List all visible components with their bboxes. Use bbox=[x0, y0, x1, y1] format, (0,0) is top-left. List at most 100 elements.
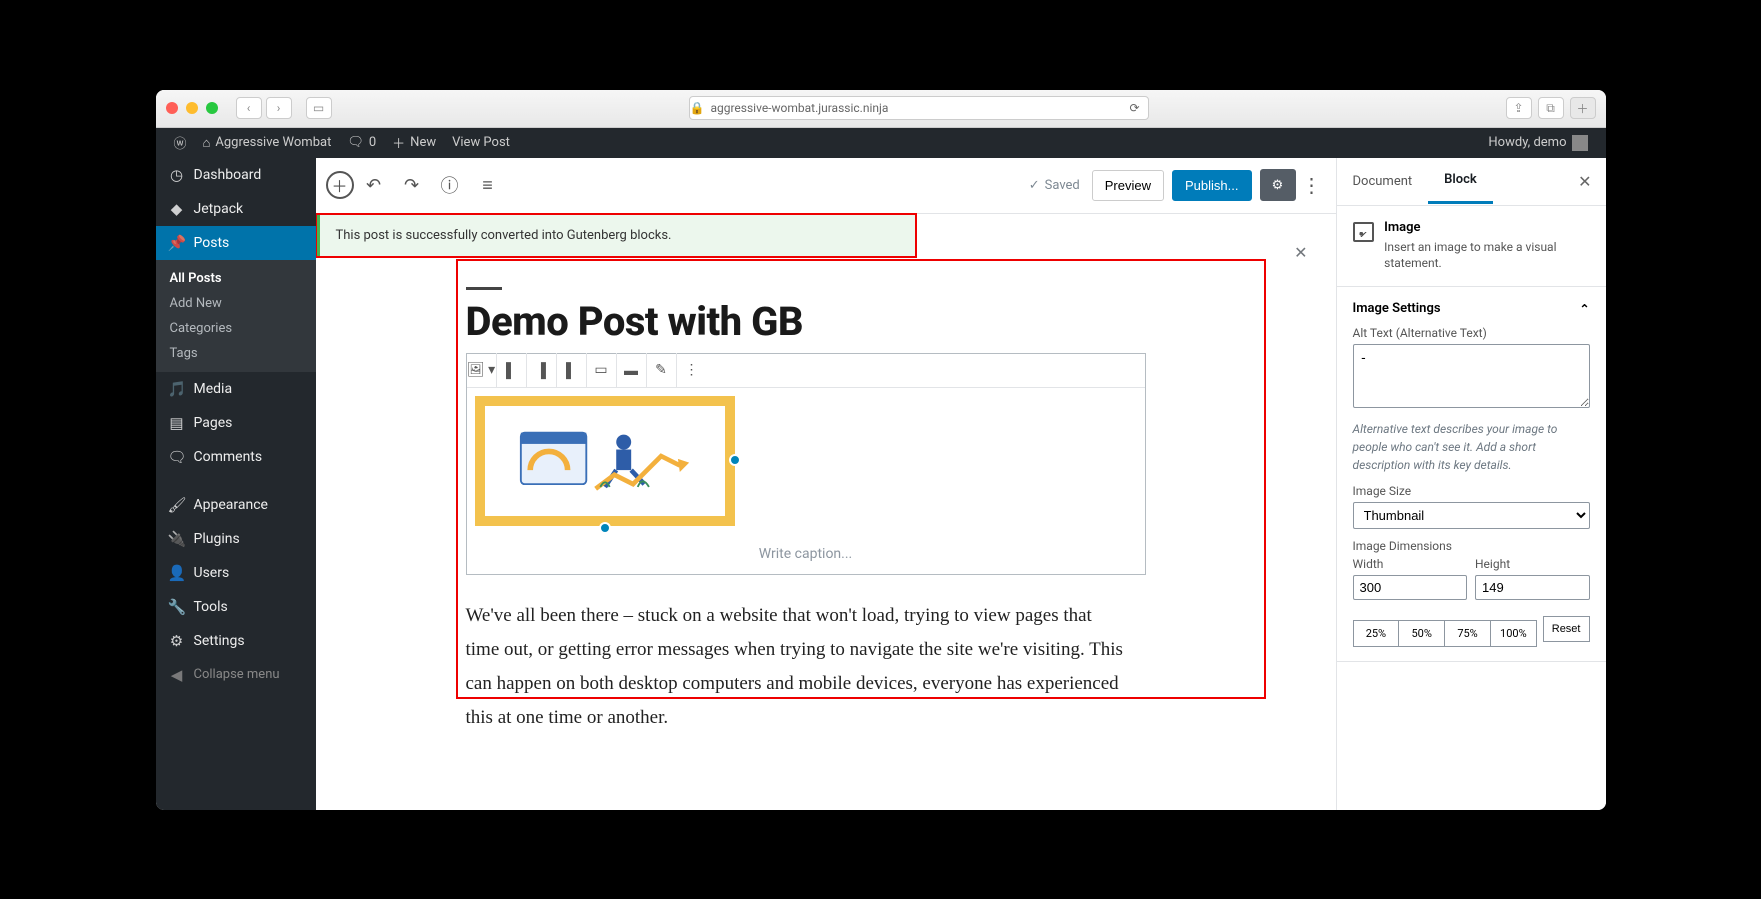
sidebar-item-settings[interactable]: ⚙Settings bbox=[156, 624, 316, 658]
align-center-button[interactable]: ▐ bbox=[527, 353, 557, 387]
settings-toggle-button[interactable]: ⚙ bbox=[1260, 169, 1296, 201]
sidebar-item-dashboard[interactable]: ◷Dashboard bbox=[156, 158, 316, 192]
align-left-button[interactable]: ▌ bbox=[497, 353, 527, 387]
scale-25-button[interactable]: 25% bbox=[1353, 620, 1400, 647]
minimize-window-icon[interactable] bbox=[186, 102, 198, 114]
new-tab-button[interactable]: ＋ bbox=[1570, 97, 1596, 119]
undo-button[interactable]: ↶ bbox=[356, 167, 392, 203]
plus-icon: ＋ bbox=[392, 133, 405, 152]
tabs-button[interactable]: ⧉ bbox=[1538, 97, 1564, 119]
maximize-window-icon[interactable] bbox=[206, 102, 218, 114]
reset-dimensions-button[interactable]: Reset bbox=[1543, 616, 1590, 642]
width-input[interactable] bbox=[1353, 575, 1468, 600]
success-notice: This post is successfully converted into… bbox=[316, 214, 916, 257]
image-dimensions-label: Image Dimensions bbox=[1353, 539, 1590, 553]
comments-menu[interactable]: 🗨0 bbox=[339, 128, 384, 158]
sidebar-toggle-button[interactable]: ▭ bbox=[306, 97, 332, 119]
close-panel-button[interactable]: ✕ bbox=[1564, 172, 1605, 191]
illustration-icon bbox=[503, 414, 707, 508]
url-host: aggressive-wombat.jurassic.ninja bbox=[710, 101, 888, 115]
scale-100-button[interactable]: 100% bbox=[1491, 620, 1537, 647]
section-toggle[interactable]: Image Settings⌃ bbox=[1353, 301, 1590, 316]
nav-forward-button[interactable]: › bbox=[266, 97, 292, 119]
align-full-button[interactable]: ▬ bbox=[617, 353, 647, 387]
sidebar-item-appearance[interactable]: 🖌Appearance bbox=[156, 488, 316, 522]
block-type-button[interactable]: 🖼 ▾ bbox=[467, 353, 497, 387]
align-right-button[interactable]: ▌ bbox=[557, 353, 587, 387]
tab-block[interactable]: Block bbox=[1428, 158, 1493, 204]
image-block-icon bbox=[1353, 222, 1375, 242]
reload-icon[interactable]: ⟳ bbox=[1129, 101, 1147, 115]
site-name-menu[interactable]: ⌂Aggressive Wombat bbox=[195, 128, 340, 158]
outline-button[interactable]: ≡ bbox=[470, 167, 506, 203]
admin-sidebar: ◷Dashboard ◆Jetpack 📌Posts All Posts Add… bbox=[156, 158, 316, 810]
more-menu-button[interactable]: ⋮ bbox=[1298, 173, 1326, 197]
account-menu[interactable]: Howdy, demo bbox=[1480, 128, 1595, 158]
view-post-link[interactable]: View Post bbox=[444, 128, 518, 158]
block-name: Image bbox=[1384, 220, 1589, 235]
edit-image-button[interactable]: ✎ bbox=[647, 353, 677, 387]
sliders-icon: ⚙ bbox=[168, 632, 186, 650]
check-icon: ✓ bbox=[1029, 178, 1040, 193]
height-input[interactable] bbox=[1475, 575, 1590, 600]
avatar bbox=[1572, 135, 1588, 151]
sidebar-item-media[interactable]: 🎵Media bbox=[156, 372, 316, 406]
post-title-block[interactable]: Demo Post with GB bbox=[466, 287, 1216, 345]
submenu-categories[interactable]: Categories bbox=[156, 316, 316, 341]
close-window-icon[interactable] bbox=[166, 102, 178, 114]
sidebar-item-jetpack[interactable]: ◆Jetpack bbox=[156, 192, 316, 226]
align-wide-button[interactable]: ▭ bbox=[587, 353, 617, 387]
resize-handle-right[interactable] bbox=[729, 454, 741, 466]
jetpack-icon: ◆ bbox=[168, 200, 186, 218]
redo-button[interactable]: ↷ bbox=[394, 167, 430, 203]
browser-window: ‹ › ▭ 🔒 aggressive-wombat.jurassic.ninja… bbox=[156, 90, 1606, 810]
wp-logo-menu[interactable]: ⓦ bbox=[166, 128, 195, 158]
user-icon: 👤 bbox=[168, 564, 186, 582]
image-size-select[interactable]: Thumbnail bbox=[1353, 502, 1590, 529]
info-button[interactable]: ⓘ bbox=[432, 167, 468, 203]
publish-button[interactable]: Publish... bbox=[1172, 170, 1251, 201]
lock-icon: 🔒 bbox=[690, 101, 705, 115]
scale-75-button[interactable]: 75% bbox=[1445, 620, 1491, 647]
image-caption-input[interactable]: Write caption... bbox=[467, 534, 1145, 574]
sidebar-item-plugins[interactable]: 🔌Plugins bbox=[156, 522, 316, 556]
title-decoration bbox=[466, 287, 502, 290]
post-title[interactable]: Demo Post with GB bbox=[466, 298, 1216, 345]
block-desc-text: Insert an image to make a visual stateme… bbox=[1384, 239, 1589, 273]
share-button[interactable]: ⇪ bbox=[1506, 97, 1532, 119]
chevron-up-icon: ⌃ bbox=[1579, 302, 1589, 316]
alt-text-help: Alternative text describes your image to… bbox=[1353, 420, 1590, 474]
collapse-menu-button[interactable]: ◀Collapse menu bbox=[156, 658, 316, 692]
submenu-add-new[interactable]: Add New bbox=[156, 291, 316, 316]
sidebar-item-pages[interactable]: ▤Pages bbox=[156, 406, 316, 440]
image-thumbnail[interactable] bbox=[475, 396, 735, 526]
panel-tabs: Document Block ✕ bbox=[1337, 158, 1606, 206]
block-toolbar: 🖼 ▾ ▌ ▐ ▌ ▭ ▬ ✎ ⋮ bbox=[467, 354, 1145, 388]
nav-back-button[interactable]: ‹ bbox=[236, 97, 262, 119]
submenu-tags[interactable]: Tags bbox=[156, 341, 316, 366]
resize-handle-bottom[interactable] bbox=[599, 522, 611, 534]
home-icon: ⌂ bbox=[203, 135, 211, 151]
comment-icon: 🗨 bbox=[347, 135, 364, 150]
sidebar-item-comments[interactable]: 🗨Comments bbox=[156, 440, 316, 474]
new-content-menu[interactable]: ＋New bbox=[384, 128, 444, 158]
sidebar-item-users[interactable]: 👤Users bbox=[156, 556, 316, 590]
scale-50-button[interactable]: 50% bbox=[1399, 620, 1445, 647]
wp-admin-bar: ⓦ ⌂Aggressive Wombat 🗨0 ＋New View Post H… bbox=[156, 128, 1606, 158]
block-more-button[interactable]: ⋮ bbox=[677, 353, 707, 387]
block-description: Image Insert an image to make a visual s… bbox=[1337, 206, 1606, 288]
add-block-button[interactable]: ＋ bbox=[326, 171, 354, 199]
alt-text-input[interactable]: - bbox=[1353, 344, 1590, 408]
sidebar-item-tools[interactable]: 🔧Tools bbox=[156, 590, 316, 624]
editor-canvas[interactable]: Demo Post with GB 🖼 ▾ ▌ ▐ ▌ ▭ ▬ ✎ ⋮ bbox=[316, 257, 1336, 810]
address-bar[interactable]: 🔒 aggressive-wombat.jurassic.ninja ⟳ bbox=[689, 96, 1149, 120]
settings-panel: Document Block ✕ Image Insert an image t… bbox=[1336, 158, 1606, 810]
image-block[interactable]: 🖼 ▾ ▌ ▐ ▌ ▭ ▬ ✎ ⋮ bbox=[466, 353, 1146, 575]
editor-toolbar: ＋ ↶ ↷ ⓘ ≡ ✓Saved Preview Publish... ⚙ ⋮ bbox=[316, 158, 1336, 214]
paragraph-block[interactable]: We've all been there – stuck on a websit… bbox=[466, 599, 1126, 736]
tab-document[interactable]: Document bbox=[1337, 160, 1429, 203]
submenu-all-posts[interactable]: All Posts bbox=[156, 266, 316, 291]
preview-button[interactable]: Preview bbox=[1092, 170, 1164, 201]
pin-icon: 📌 bbox=[168, 234, 186, 252]
sidebar-item-posts[interactable]: 📌Posts bbox=[156, 226, 316, 260]
